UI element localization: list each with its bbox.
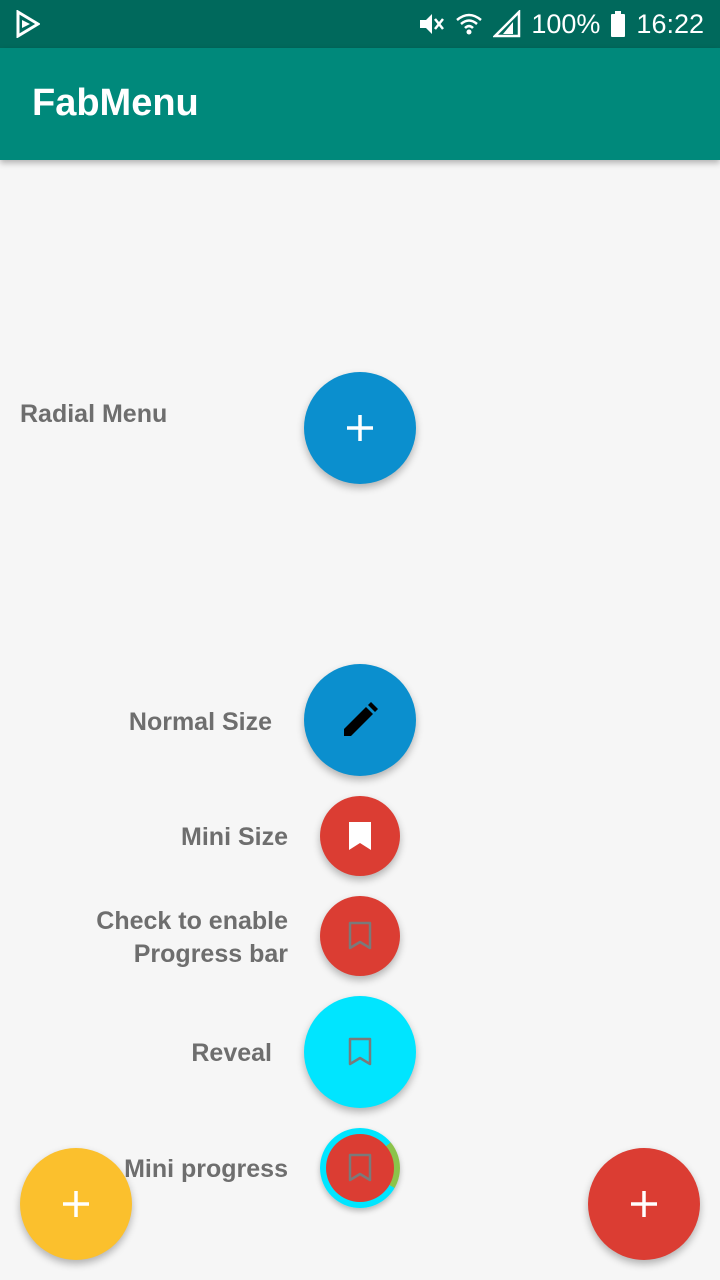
plus-icon bbox=[344, 412, 376, 444]
mute-icon bbox=[417, 10, 445, 38]
mini-size-label: Mini Size bbox=[181, 823, 288, 851]
bottom-right-fab[interactable] bbox=[588, 1148, 700, 1260]
reveal-label: Reveal bbox=[191, 1039, 272, 1067]
app-title: FabMenu bbox=[32, 82, 199, 124]
progress-toggle-label-line1: Check to enable bbox=[96, 907, 288, 935]
normal-size-label: Normal Size bbox=[128, 708, 272, 736]
battery-percent: 100% bbox=[531, 8, 601, 39]
bottom-left-fab[interactable] bbox=[20, 1148, 132, 1260]
bookmark-filled-icon bbox=[347, 821, 373, 851]
mini-size-fab[interactable] bbox=[320, 796, 400, 876]
plus-icon bbox=[60, 1188, 92, 1220]
status-time: 16:22 bbox=[636, 8, 704, 39]
app-bar: FabMenu bbox=[0, 48, 720, 160]
progress-toggle-label-line2: Progress bar bbox=[133, 940, 288, 968]
signal-icon bbox=[492, 8, 521, 38]
radial-menu-label: Radial Menu bbox=[20, 400, 168, 428]
play-store-notification-icon bbox=[16, 9, 41, 39]
mini-progress-fab[interactable] bbox=[326, 1134, 394, 1202]
bookmark-outline-icon bbox=[347, 1037, 373, 1067]
normal-size-fab[interactable] bbox=[304, 664, 416, 776]
progress-toggle-fab[interactable] bbox=[320, 896, 400, 976]
reveal-fab[interactable] bbox=[304, 996, 416, 1108]
mini-progress-label: Mini progress bbox=[124, 1155, 288, 1183]
bookmark-outline-icon bbox=[347, 921, 373, 951]
pencil-icon bbox=[340, 700, 380, 740]
status-bar: 100% 16:22 bbox=[0, 0, 720, 48]
plus-icon bbox=[628, 1188, 660, 1220]
battery-icon bbox=[610, 10, 626, 38]
radial-menu-fab[interactable] bbox=[304, 372, 416, 484]
main-content: Radial Menu Normal Size Mini Size Check … bbox=[0, 160, 720, 1280]
wifi-icon bbox=[455, 10, 483, 38]
bookmark-outline-icon bbox=[347, 1153, 373, 1183]
